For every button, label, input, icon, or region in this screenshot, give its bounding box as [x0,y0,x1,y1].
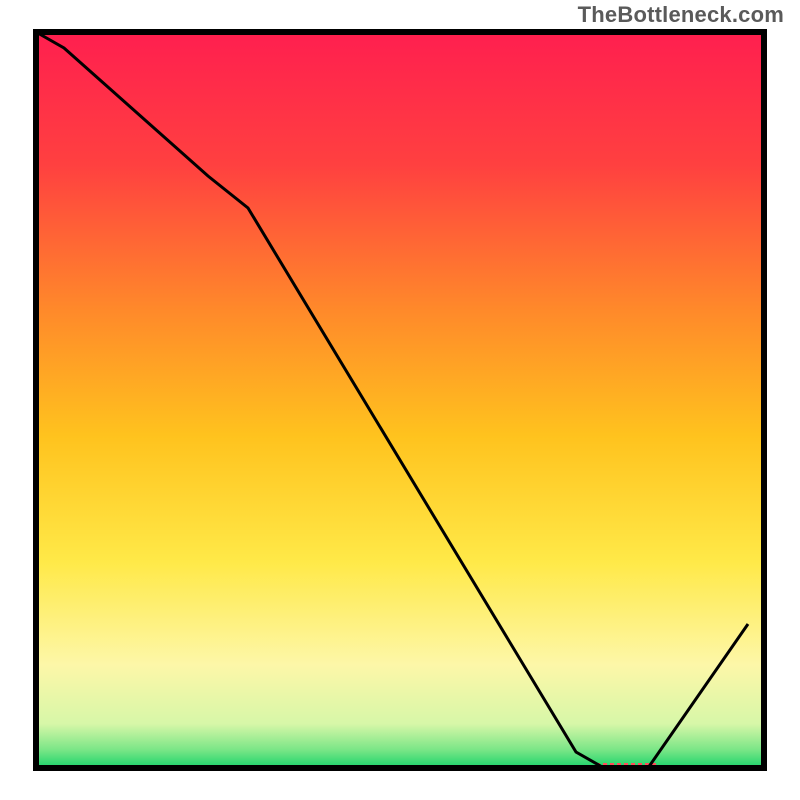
chart-stage: TheBottleneck.com [0,0,800,800]
plot-background [36,32,764,768]
bottleneck-chart [0,0,800,800]
